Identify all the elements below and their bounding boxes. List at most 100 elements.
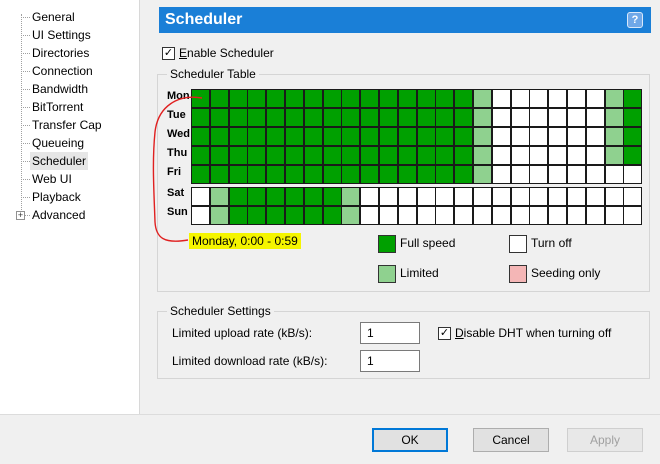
schedule-cell[interactable] [511,187,530,206]
schedule-cell[interactable] [398,89,417,108]
schedule-cell[interactable] [210,165,229,184]
schedule-cell[interactable] [511,165,530,184]
schedule-cell[interactable] [605,108,624,127]
schedule-cell[interactable] [511,108,530,127]
upload-rate-input[interactable]: 1 [360,322,420,344]
schedule-cell[interactable] [529,127,548,146]
sidebar-item-connection[interactable]: Connection [32,62,93,80]
schedule-cell[interactable] [605,187,624,206]
schedule-cell[interactable] [548,146,567,165]
schedule-cell[interactable] [567,187,586,206]
schedule-cell[interactable] [623,89,642,108]
schedule-cell[interactable] [586,127,605,146]
schedule-cell[interactable] [492,206,511,225]
schedule-cell[interactable] [323,89,342,108]
schedule-cell[interactable] [417,206,436,225]
schedule-cell[interactable] [567,165,586,184]
schedule-cell[interactable] [623,108,642,127]
schedule-cell[interactable] [529,108,548,127]
schedule-cell[interactable] [398,165,417,184]
schedule-cell[interactable] [417,187,436,206]
sidebar-item-bandwidth[interactable]: Bandwidth [32,80,88,98]
sidebar-item-web-ui[interactable]: Web UI [32,170,72,188]
schedule-cell[interactable] [586,165,605,184]
legend-full-swatch[interactable] [378,235,396,253]
schedule-cell[interactable] [586,187,605,206]
schedule-cell[interactable] [360,127,379,146]
schedule-cell[interactable] [548,108,567,127]
schedule-cell[interactable] [492,89,511,108]
schedule-cell[interactable] [285,206,304,225]
schedule-cell[interactable] [473,187,492,206]
schedule-cell[interactable] [229,127,248,146]
schedule-cell[interactable] [567,146,586,165]
schedule-cell[interactable] [247,165,266,184]
schedule-cell[interactable] [473,108,492,127]
schedule-cell[interactable] [304,165,323,184]
schedule-cell[interactable] [304,206,323,225]
apply-button[interactable]: Apply [567,428,643,452]
schedule-cell[interactable] [417,165,436,184]
schedule-cell[interactable] [586,89,605,108]
schedule-cell[interactable] [285,89,304,108]
schedule-cell[interactable] [210,187,229,206]
schedule-cell[interactable] [285,108,304,127]
schedule-cell[interactable] [304,187,323,206]
schedule-cell[interactable] [454,108,473,127]
schedule-cell[interactable] [529,89,548,108]
schedule-cell[interactable] [398,108,417,127]
sidebar-item-bittorrent[interactable]: BitTorrent [32,98,83,116]
schedule-cell[interactable] [266,146,285,165]
schedule-cell[interactable] [304,108,323,127]
schedule-cell[interactable] [247,146,266,165]
legend-limited-swatch[interactable] [378,265,396,283]
schedule-cell[interactable] [417,89,436,108]
schedule-cell[interactable] [379,127,398,146]
schedule-cell[interactable] [435,206,454,225]
schedule-cell[interactable] [360,187,379,206]
enable-scheduler-checkbox[interactable]: ✓ [162,47,175,60]
schedule-cell[interactable] [511,206,530,225]
schedule-cell[interactable] [511,146,530,165]
schedule-cell[interactable] [360,108,379,127]
schedule-cell[interactable] [605,127,624,146]
schedule-cell[interactable] [304,146,323,165]
schedule-cell[interactable] [379,108,398,127]
schedule-cell[interactable] [229,165,248,184]
schedule-cell[interactable] [210,146,229,165]
schedule-cell[interactable] [360,146,379,165]
schedule-cell[interactable] [341,165,360,184]
schedule-cell[interactable] [529,146,548,165]
schedule-cell[interactable] [398,127,417,146]
schedule-cell[interactable] [210,127,229,146]
schedule-cell[interactable] [229,146,248,165]
legend-off-swatch[interactable] [509,235,527,253]
schedule-cell[interactable] [323,206,342,225]
schedule-cell[interactable] [247,108,266,127]
schedule-cell[interactable] [567,108,586,127]
schedule-cell[interactable] [435,146,454,165]
schedule-cell[interactable] [586,146,605,165]
schedule-cell[interactable] [454,187,473,206]
schedule-cell[interactable] [398,206,417,225]
legend-seeding-swatch[interactable] [509,265,527,283]
schedule-cell[interactable] [623,127,642,146]
sidebar-item-playback[interactable]: Playback [32,188,81,206]
enable-scheduler-label[interactable]: Enable Scheduler [179,46,274,60]
schedule-cell[interactable] [454,146,473,165]
schedule-cell[interactable] [229,187,248,206]
sidebar-item-transfer-cap[interactable]: Transfer Cap [32,116,102,134]
schedule-cell[interactable] [623,146,642,165]
schedule-cell[interactable] [285,165,304,184]
schedule-cell[interactable] [417,146,436,165]
schedule-cell[interactable] [266,187,285,206]
schedule-cell[interactable] [379,206,398,225]
schedule-cell[interactable] [548,187,567,206]
schedule-cell[interactable] [435,127,454,146]
schedule-cell[interactable] [529,165,548,184]
schedule-cell[interactable] [229,108,248,127]
schedule-cell[interactable] [341,127,360,146]
schedule-cell[interactable] [548,89,567,108]
disable-dht-label[interactable]: Disable DHT when turning off [455,326,611,340]
schedule-cell[interactable] [379,146,398,165]
